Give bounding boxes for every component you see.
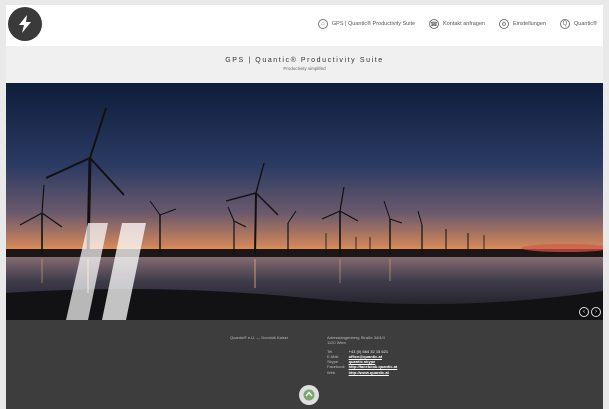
nav-item-settings[interactable]: ⚙ Einstellungen	[498, 19, 546, 29]
contact-row-facebook: Facebook http://facebook.quantic.at	[327, 364, 401, 369]
nav-item-home[interactable]: ⌂ GPS | Quantic® Productivity Suite	[317, 19, 416, 29]
footer-company: Quantic® e.U. — Dominik Kaiser	[230, 335, 289, 340]
page-header: GPS | Quantic® Productivity Suite Produc…	[6, 46, 603, 83]
footer-address-line2: 1120 Wien	[327, 340, 346, 346]
nav-item-contact[interactable]: ☎ Kontakt anfragen	[429, 19, 485, 29]
scroll-top-button[interactable]	[299, 385, 319, 405]
contact-link-web[interactable]: http://www.quantic.at	[349, 370, 402, 375]
main-nav: ⌂ GPS | Quantic® Productivity Suite ☎ Ko…	[317, 19, 597, 29]
contact-row-web: Web http://www.quantic.at	[327, 370, 401, 375]
logo[interactable]	[8, 7, 42, 41]
page-title: GPS | Quantic® Productivity Suite	[225, 57, 384, 64]
top-bar: ⌂ GPS | Quantic® Productivity Suite ☎ Ko…	[6, 5, 603, 46]
nav-item-label: Kontakt anfragen	[443, 21, 485, 27]
phone-icon: ☎	[429, 19, 440, 29]
arrow-up-icon	[303, 389, 315, 401]
hero-image: ‹ ›	[6, 83, 603, 320]
contact-label: Web	[327, 369, 336, 375]
lightning-icon	[19, 15, 31, 33]
slider-prev-button[interactable]: ‹	[579, 307, 589, 317]
slider-next-button[interactable]: ›	[591, 307, 601, 317]
hero-image-wind-turbines	[6, 83, 603, 320]
quantic-icon: Q	[559, 19, 570, 29]
nav-item-quantic[interactable]: Q Quantic®	[559, 19, 597, 29]
page-footer: Quantic® e.U. — Dominik Kaiser Adresslan…	[6, 320, 603, 409]
settings-icon: ⚙	[498, 19, 509, 29]
browser-frame: ⌂ GPS | Quantic® Productivity Suite ☎ Ko…	[6, 5, 603, 409]
contact-link-facebook[interactable]: http://facebook.quantic.at	[349, 364, 402, 369]
page-subtitle: Productivity simplifed	[283, 66, 326, 71]
home-icon: ⌂	[317, 19, 328, 29]
footer-contact: Adresslangenberg Straße 34/4/4 1120 Wien…	[327, 335, 401, 375]
nav-item-label: Einstellungen	[512, 21, 546, 27]
nav-item-label: Quantic®	[573, 21, 597, 27]
nav-item-label: GPS | Quantic® Productivity Suite	[331, 21, 416, 27]
footer-contact-table: Tel. +43 (0) 664 32 15 621 E-Mail office…	[327, 349, 401, 375]
